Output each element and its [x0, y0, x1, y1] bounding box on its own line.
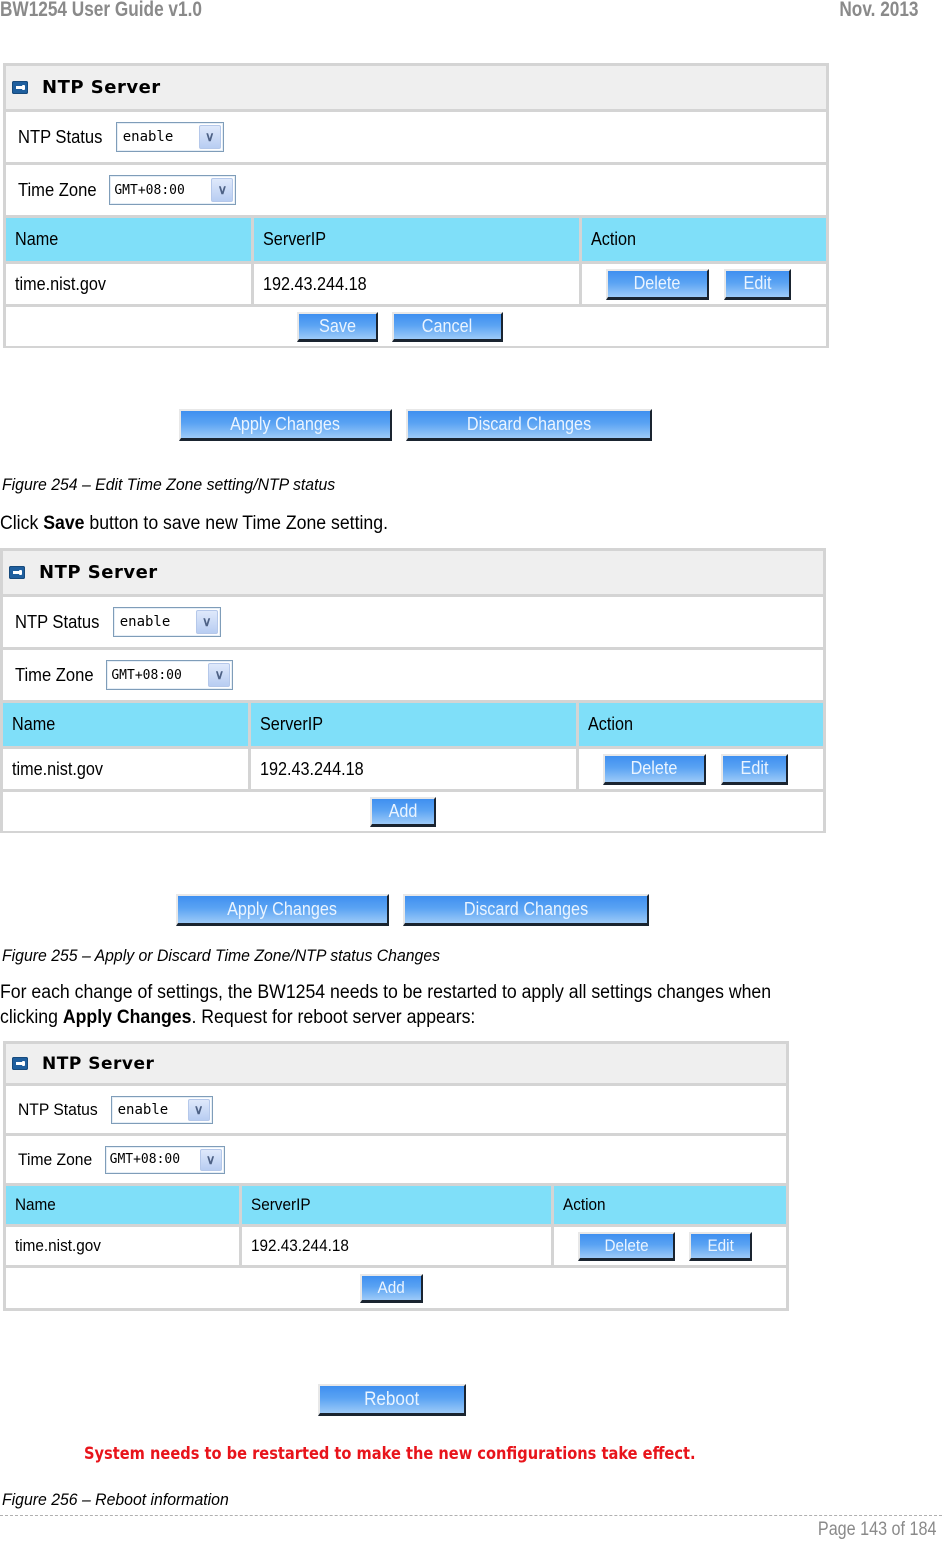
- time-zone-select[interactable]: GMT+08:00 ∨: [109, 175, 237, 205]
- time-zone-select[interactable]: GMT+08:00 ∨: [106, 660, 234, 690]
- delete-button[interactable]: Delete: [578, 1231, 675, 1261]
- discard-changes-button[interactable]: Discard Changes: [406, 409, 652, 441]
- panel-footer-row: Add: [3, 792, 823, 831]
- panel-title-row: NTP Server: [6, 1044, 786, 1086]
- panel-title: NTP Server: [39, 562, 158, 583]
- time-zone-label: Time Zone: [18, 179, 97, 200]
- chevron-down-icon[interactable]: ∨: [208, 663, 231, 687]
- time-zone-row: Time Zone GMT+08:00 ∨: [3, 650, 823, 703]
- document-title: BW1254 User Guide v1.0: [0, 0, 202, 21]
- column-header-action: Action: [591, 229, 637, 249]
- edit-button[interactable]: Edit: [721, 753, 788, 785]
- add-button[interactable]: Add: [359, 1273, 423, 1303]
- table-row: time.nist.gov 192.43.244.18 Delete Edit: [3, 749, 823, 792]
- ntp-status-row: NTP Status enable ∨: [6, 1086, 786, 1136]
- chevron-down-icon[interactable]: ∨: [211, 178, 234, 202]
- table-header-row: Name ServerIP Action: [3, 703, 823, 749]
- ntp-server-panel: NTP Server NTP Status enable ∨ Time Zone…: [0, 548, 826, 833]
- save-button[interactable]: Save: [297, 311, 378, 342]
- time-zone-row: Time Zone GMT+08:00 ∨: [6, 1136, 786, 1186]
- server-name-cell: time.nist.gov: [6, 1227, 242, 1265]
- table-header-row: Name ServerIP Action: [6, 1186, 786, 1227]
- panel-arrow-icon: [12, 81, 28, 94]
- time-zone-select[interactable]: GMT+08:00 ∨: [104, 1145, 225, 1174]
- figure-caption: Figure 254 – Edit Time Zone setting/NTP …: [2, 475, 336, 494]
- panel-title-row: NTP Server: [6, 66, 826, 112]
- ntp-status-row: NTP Status enable ∨: [3, 597, 823, 650]
- column-header-name: Name: [6, 1186, 242, 1224]
- ntp-status-label: NTP Status: [15, 611, 100, 632]
- chevron-down-icon[interactable]: ∨: [199, 1148, 222, 1171]
- time-zone-label: Time Zone: [15, 664, 94, 685]
- add-button[interactable]: Add: [370, 796, 436, 827]
- column-header-serverip: ServerIP: [254, 218, 582, 261]
- delete-button[interactable]: Delete: [606, 268, 709, 300]
- time-zone-label: Time Zone: [18, 1149, 93, 1169]
- column-header-name: Name: [3, 703, 251, 746]
- column-header-serverip: ServerIP: [242, 1186, 554, 1224]
- panel-footer-row: Add: [6, 1268, 786, 1308]
- column-header-action: Action: [588, 714, 634, 734]
- page-number: Page 143 of 184: [817, 1519, 936, 1540]
- cancel-button[interactable]: Cancel: [392, 311, 503, 342]
- panel-arrow-icon: [12, 1057, 28, 1070]
- apply-changes-button[interactable]: Apply Changes: [179, 409, 392, 441]
- discard-changes-button[interactable]: Discard Changes: [403, 894, 649, 926]
- ntp-status-value: enable: [119, 614, 171, 630]
- panel-footer-row: Save Cancel: [6, 307, 826, 346]
- ntp-status-select[interactable]: enable ∨: [115, 122, 224, 152]
- action-cell: Delete Edit: [579, 749, 823, 789]
- document-date: Nov. 2013: [838, 0, 918, 21]
- reboot-button[interactable]: Reboot: [318, 1384, 466, 1416]
- ntp-status-value: enable: [122, 129, 174, 145]
- panel-arrow-icon: [9, 566, 25, 579]
- time-zone-value: GMT+08:00: [109, 1152, 181, 1167]
- ntp-status-select[interactable]: enable ∨: [110, 1095, 213, 1124]
- time-zone-value: GMT+08:00: [111, 667, 182, 683]
- figure-caption: Figure 255 – Apply or Discard Time Zone/…: [2, 946, 441, 965]
- ntp-status-label: NTP Status: [18, 126, 103, 147]
- column-header-serverip: ServerIP: [251, 703, 579, 746]
- server-ip-cell: 192.43.244.18: [254, 264, 582, 304]
- delete-button[interactable]: Delete: [603, 753, 706, 785]
- table-row: time.nist.gov 192.43.244.18 Delete Edit: [6, 1227, 786, 1268]
- reboot-warning-message: System needs to be restarted to make the…: [84, 1444, 696, 1464]
- ntp-status-label: NTP Status: [18, 1099, 98, 1119]
- ntp-server-panel: NTP Server NTP Status enable ∨ Time Zone…: [3, 1041, 789, 1311]
- action-cell: Delete Edit: [554, 1227, 786, 1265]
- paragraph: For each change of settings, the BW1254 …: [0, 982, 772, 1028]
- column-header-name: Name: [6, 218, 254, 261]
- action-cell: Delete Edit: [582, 264, 826, 304]
- server-ip-cell: 192.43.244.18: [251, 749, 579, 789]
- table-row: time.nist.gov 192.43.244.18 Delete Edit: [6, 264, 826, 307]
- apply-changes-button[interactable]: Apply Changes: [176, 894, 389, 926]
- server-ip-cell: 192.43.244.18: [242, 1227, 554, 1265]
- chevron-down-icon[interactable]: ∨: [195, 610, 218, 634]
- figure-caption: Figure 256 – Reboot information: [2, 1490, 229, 1509]
- panel-title: NTP Server: [42, 77, 161, 98]
- server-name-cell: time.nist.gov: [3, 749, 251, 789]
- column-header-action: Action: [563, 1195, 606, 1214]
- panel-title: NTP Server: [42, 1053, 155, 1074]
- ntp-server-panel: NTP Server NTP Status enable ∨ Time Zone…: [3, 63, 829, 348]
- paragraph: Click Save button to save new Time Zone …: [0, 513, 388, 534]
- ntp-status-row: NTP Status enable ∨: [6, 112, 826, 165]
- edit-button[interactable]: Edit: [724, 268, 791, 300]
- panel-title-row: NTP Server: [3, 551, 823, 597]
- time-zone-row: Time Zone GMT+08:00 ∨: [6, 165, 826, 218]
- edit-button[interactable]: Edit: [689, 1231, 752, 1261]
- ntp-status-select[interactable]: enable ∨: [112, 607, 221, 637]
- time-zone-value: GMT+08:00: [114, 182, 185, 198]
- table-header-row: Name ServerIP Action: [6, 218, 826, 264]
- footer-divider: [0, 1515, 942, 1516]
- chevron-down-icon[interactable]: ∨: [187, 1098, 210, 1121]
- chevron-down-icon[interactable]: ∨: [198, 125, 221, 149]
- server-name-cell: time.nist.gov: [6, 264, 254, 304]
- ntp-status-value: enable: [117, 1101, 169, 1118]
